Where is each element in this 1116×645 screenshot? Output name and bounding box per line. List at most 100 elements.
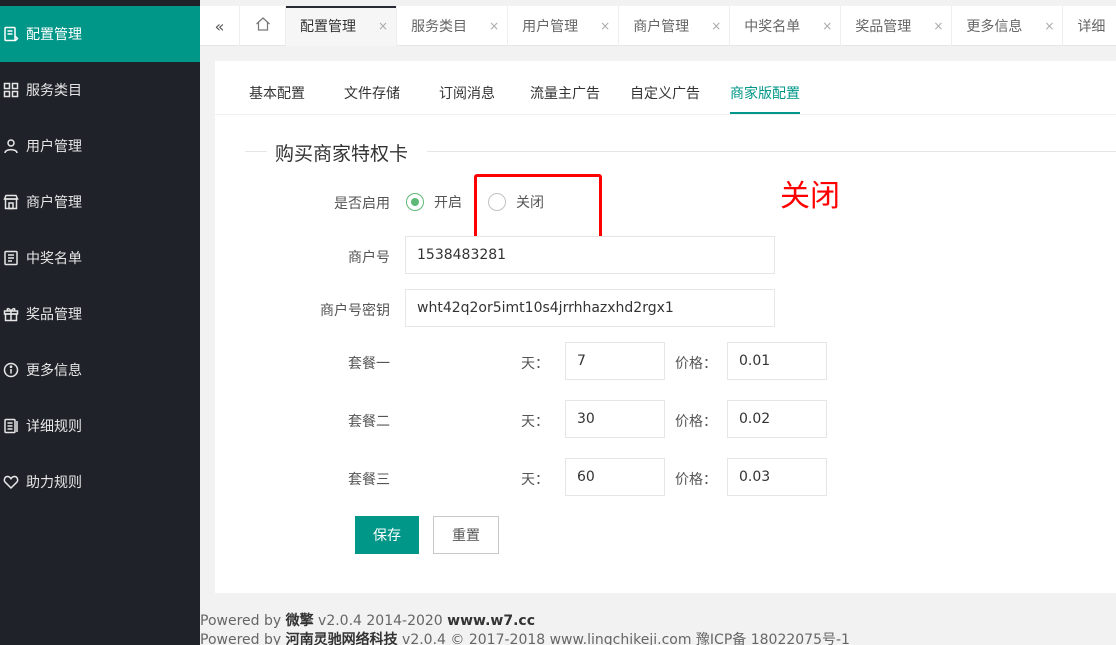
sidebar-item-label: 用户管理 — [26, 139, 82, 155]
sidebar-item-label: 服务类目 — [26, 83, 82, 99]
grid-icon — [2, 81, 20, 99]
tab-merchants[interactable]: 商户管理 × — [619, 6, 731, 46]
double-chevron-left-icon: « — [214, 16, 225, 36]
radio-enable-on[interactable]: 开启 — [406, 192, 462, 212]
config-icon — [2, 25, 20, 43]
subtab-storage[interactable]: 文件存储 — [344, 83, 400, 103]
sidebar-item-label: 中奖名单 — [26, 251, 82, 267]
sidebar-item-rules[interactable]: 详细规则 — [0, 398, 200, 454]
package-days-input[interactable]: 30 — [565, 400, 665, 438]
package-name: 套餐一 — [348, 356, 390, 372]
tab-service[interactable]: 服务类目 × — [397, 6, 509, 46]
sidebar-item-label: 配置管理 — [26, 27, 82, 43]
tab-label: 更多信息 — [966, 19, 1023, 35]
active-tab-underline — [730, 112, 800, 114]
user-icon — [2, 137, 20, 155]
enable-label: 是否启用 — [334, 196, 390, 212]
tab-label: 用户管理 — [522, 19, 579, 35]
list-icon — [2, 249, 20, 267]
annotation-text: 关闭 — [780, 179, 840, 214]
tab-label: 中奖名单 — [744, 19, 801, 35]
subtab-basic[interactable]: 基本配置 — [249, 83, 305, 103]
tab-more-info[interactable]: 更多信息 × — [952, 6, 1064, 46]
gift-icon — [2, 305, 20, 323]
merchant-no-input[interactable]: 1538483281 — [405, 236, 775, 274]
sidebar-item-label: 更多信息 — [26, 363, 82, 379]
merchant-no-label: 商户号 — [348, 250, 390, 266]
annotation-highlight-box — [474, 174, 602, 240]
sidebar-item-winners[interactable]: 中奖名单 — [0, 230, 200, 286]
footer-text: v2.0.4 © 2017-2018 www.lingchikeji.com 豫… — [397, 632, 850, 645]
home-icon — [255, 16, 271, 36]
collapse-sidebar-button[interactable]: « — [200, 6, 240, 46]
sidebar-item-label: 详细规则 — [26, 419, 82, 435]
tab-label: 服务类目 — [411, 19, 468, 35]
info-icon — [2, 361, 20, 379]
home-tab[interactable] — [240, 6, 286, 46]
radio-label: 开启 — [434, 195, 462, 211]
subtab-merchant-config[interactable]: 商家版配置 — [730, 83, 800, 103]
sidebar-item-label: 助力规则 — [26, 475, 82, 491]
store-icon — [2, 193, 20, 211]
merchant-key-label: 商户号密钥 — [320, 303, 390, 319]
radio-checked-icon — [406, 193, 424, 211]
sidebar-item-more-info[interactable]: 更多信息 — [0, 342, 200, 398]
footer-line-1: Powered by 微擎 v2.0.4 2014-2020 www.w7.cc — [200, 610, 535, 630]
tab-rules[interactable]: 详细 — [1063, 6, 1105, 46]
package-name: 套餐三 — [348, 472, 390, 488]
tab-label: 配置管理 — [300, 19, 356, 35]
price-label: 价格： — [675, 414, 717, 430]
save-button[interactable]: 保存 — [355, 516, 419, 554]
close-icon[interactable]: × — [600, 19, 610, 33]
tab-config[interactable]: 配置管理 × — [286, 6, 398, 46]
subtab-subscription[interactable]: 订阅消息 — [439, 83, 495, 103]
package-price-input[interactable]: 0.02 — [727, 400, 827, 438]
tab-label: 商户管理 — [633, 19, 690, 35]
close-icon[interactable]: × — [822, 19, 832, 33]
footer-brand[interactable]: 河南灵驰网络科技 — [286, 632, 398, 645]
package-name: 套餐二 — [348, 414, 390, 430]
footer-line-2: Powered by 河南灵驰网络科技 v2.0.4 © 2017-2018 w… — [200, 629, 850, 645]
footer-brand[interactable]: 微擎 — [286, 613, 314, 629]
merchant-key-input[interactable]: wht42q2or5imt10s4jrrhhazxhd2rgx1 — [405, 289, 775, 327]
tab-label: 详细 — [1077, 19, 1106, 35]
days-label: 天： — [521, 356, 549, 372]
fieldset-divider — [427, 151, 1116, 152]
subtab-custom-ads[interactable]: 自定义广告 — [630, 83, 700, 103]
close-icon[interactable]: × — [933, 19, 943, 33]
close-icon[interactable]: × — [378, 19, 388, 33]
footer-text: v2.0.4 2014-2020 — [313, 613, 448, 629]
package-price-input[interactable]: 0.01 — [727, 342, 827, 380]
footer-site-link[interactable]: www.w7.cc — [447, 613, 535, 629]
sidebar-item-prizes[interactable]: 奖品管理 — [0, 286, 200, 342]
subtab-traffic-ads[interactable]: 流量主广告 — [530, 83, 600, 103]
reset-button[interactable]: 重置 — [433, 516, 499, 554]
tab-users[interactable]: 用户管理 × — [508, 6, 620, 46]
sidebar-item-label: 奖品管理 — [26, 307, 82, 323]
close-icon[interactable]: × — [489, 19, 499, 33]
heart-icon — [2, 473, 20, 491]
package-days-input[interactable]: 60 — [565, 458, 665, 496]
sidebar-item-merchants[interactable]: 商户管理 — [0, 174, 200, 230]
sub-tab-bar: 基本配置 文件存储 订阅消息 流量主广告 自定义广告 商家版配置 — [215, 61, 1116, 115]
package-days-input[interactable]: 7 — [565, 342, 665, 380]
tab-label: 奖品管理 — [855, 19, 912, 35]
sidebar-item-label: 商户管理 — [26, 195, 82, 211]
sidebar-item-assist-rules[interactable]: 助力规则 — [0, 454, 200, 510]
close-icon[interactable]: × — [1044, 19, 1054, 33]
sidebar-item-service[interactable]: 服务类目 — [0, 62, 200, 118]
package-price-input[interactable]: 0.03 — [727, 458, 827, 496]
fieldset-divider — [245, 151, 267, 152]
sidebar-item-users[interactable]: 用户管理 — [0, 118, 200, 174]
price-label: 价格： — [675, 472, 717, 488]
tab-prizes[interactable]: 奖品管理 × — [841, 6, 953, 46]
content-card: 基本配置 文件存储 订阅消息 流量主广告 自定义广告 商家版配置 购买商家特权卡… — [215, 61, 1116, 593]
footer-text: Powered by — [200, 632, 286, 645]
footer-text: Powered by — [200, 613, 286, 629]
tab-bar: « 配置管理 × 服务类目 × 用户管理 × 商户管理 × 中奖名单 × 奖品管理 × 更多… — [200, 6, 1116, 46]
close-icon[interactable]: × — [711, 19, 721, 33]
sidebar: 配置管理 服务类目 用户管理 商户管理 中奖名单 奖品管理 更多信息 详细规则 … — [0, 0, 200, 645]
sidebar-item-config[interactable]: 配置管理 — [0, 6, 200, 62]
tab-winners[interactable]: 中奖名单 × — [730, 6, 842, 46]
rules-icon — [2, 417, 20, 435]
